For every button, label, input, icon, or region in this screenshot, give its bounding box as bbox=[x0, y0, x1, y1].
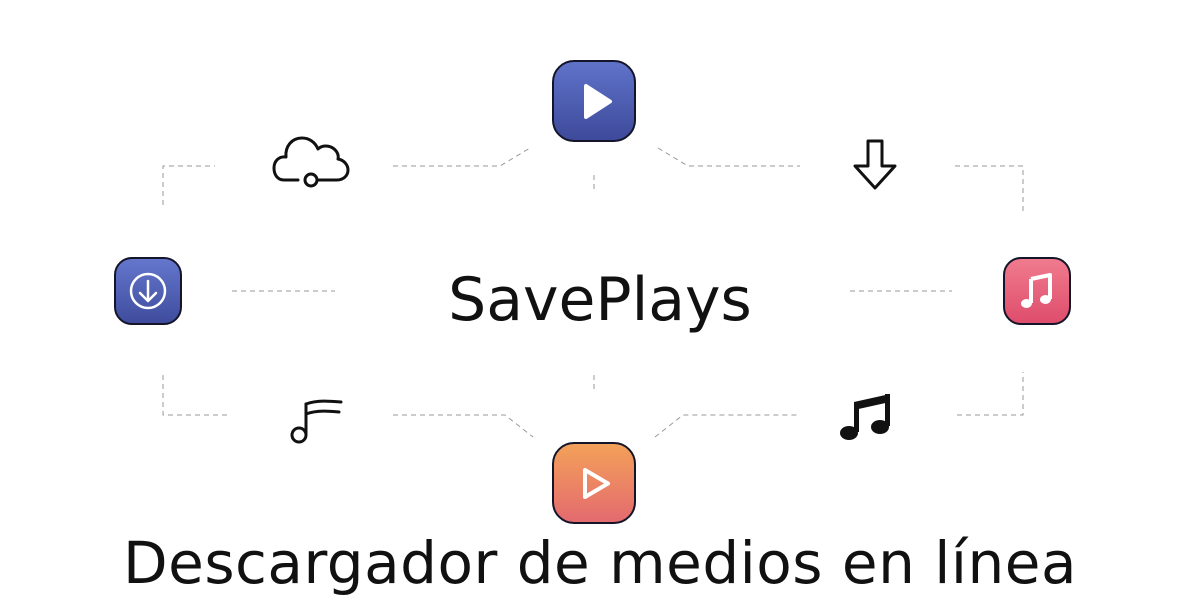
music-tile bbox=[1003, 257, 1071, 325]
download-tile-icon bbox=[129, 272, 167, 310]
play-tile-bottom bbox=[552, 442, 636, 524]
play-tile-icon bbox=[583, 468, 610, 499]
music-note-icon bbox=[290, 399, 343, 444]
cloud-icon bbox=[272, 136, 350, 188]
music-note-tile-icon bbox=[1021, 273, 1052, 308]
play-tile-icon bbox=[584, 84, 612, 119]
tagline: Descargador de medios en línea bbox=[122, 529, 1078, 597]
download-arrow-icon bbox=[853, 139, 897, 190]
music-notes-icon bbox=[840, 394, 890, 440]
download-tile bbox=[114, 257, 182, 325]
play-tile-top bbox=[552, 60, 636, 142]
banner: SavePlays Descargador de medios en línea bbox=[0, 0, 1200, 600]
brand-name: SavePlays bbox=[448, 265, 752, 335]
